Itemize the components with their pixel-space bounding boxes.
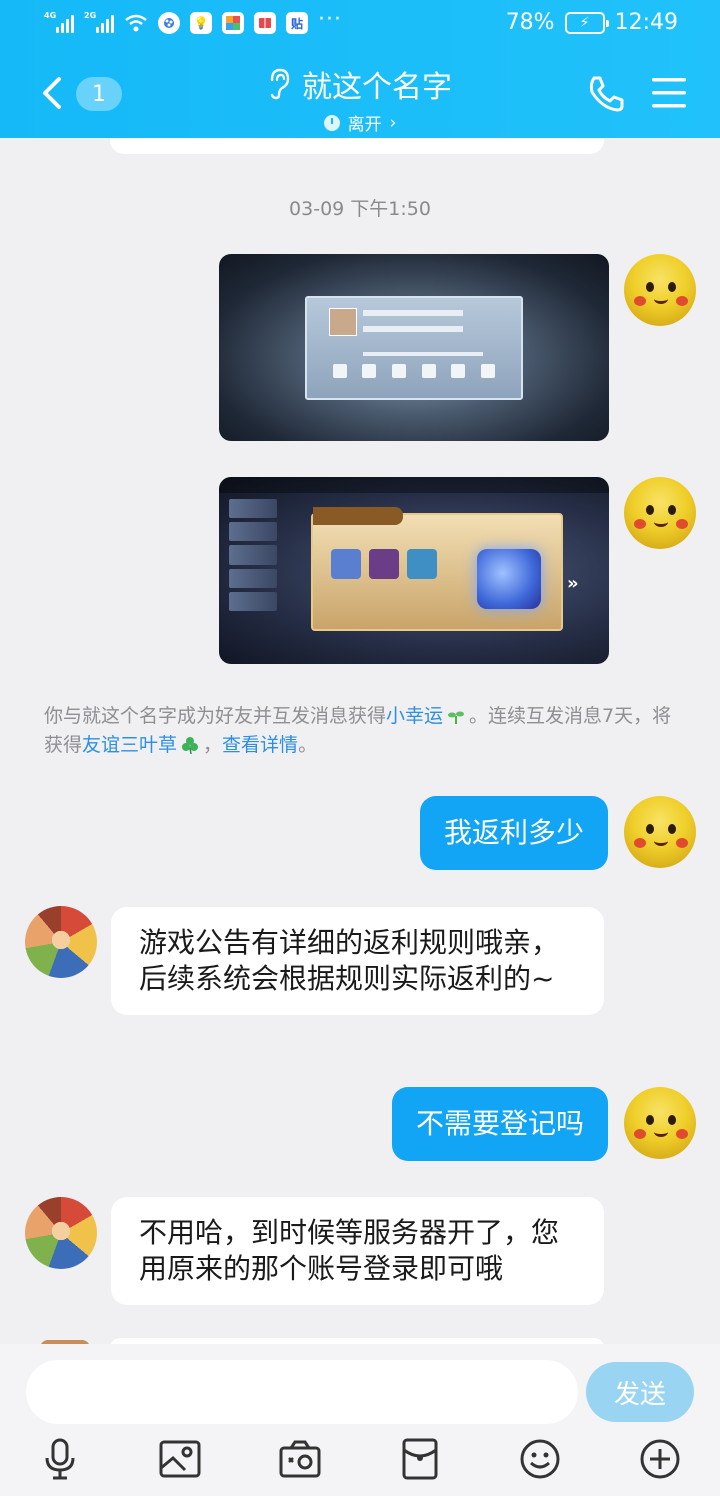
grid-app-icon <box>222 12 244 34</box>
signal-icon: 2G <box>84 11 114 33</box>
wifi-icon <box>125 14 147 32</box>
away-clock-icon <box>323 114 340 131</box>
my-avatar[interactable] <box>624 796 696 868</box>
chevron-right-icon: › <box>389 112 397 133</box>
tip-text: 你与就这个名字成为好友并互发消息获得 <box>44 705 387 727</box>
my-avatar[interactable] <box>624 1087 696 1159</box>
view-details-link[interactable]: 查看详情 <box>222 734 298 756</box>
my-avatar[interactable] <box>624 254 696 326</box>
contact-message-bubble[interactable]: 游戏公告有详细的返利规则哦亲，后续系统会根据规则实际返利的~ <box>111 907 604 1015</box>
presence-label: 离开 <box>347 115 382 135</box>
emoji-button[interactable] <box>516 1436 564 1482</box>
battery-percent: 78% <box>505 10 555 35</box>
photo-button[interactable] <box>156 1436 204 1482</box>
input-bar: 发送 <box>0 1344 720 1496</box>
phone-call-button[interactable] <box>584 72 628 116</box>
battery-charging-icon: ⚡ <box>564 11 609 34</box>
chevron-left-icon <box>43 77 61 109</box>
tieba-app-icon: 贴 <box>286 12 308 34</box>
lucky-link[interactable]: 小幸运 <box>386 705 443 727</box>
image-message[interactable] <box>219 254 609 441</box>
camera-button[interactable] <box>276 1436 324 1482</box>
network-type-label: 4G <box>44 11 57 20</box>
clover-link[interactable]: 友谊三叶草 <box>82 734 177 756</box>
book-app-icon <box>254 12 276 34</box>
ear-icon <box>270 68 290 100</box>
chat-header: 4G 2G 💡 贴 ··· 78% ⚡ 12:49 1 就这个名字 离开 › <box>0 0 720 138</box>
signal-icon: 4G <box>44 11 74 33</box>
game-screenshot-panel <box>305 296 523 400</box>
network-type-label: 2G <box>84 11 97 20</box>
smiley-icon <box>520 1439 560 1479</box>
tip-text: ， <box>203 734 223 756</box>
previous-message-bubble[interactable] <box>110 138 604 154</box>
contact-name: 就这个名字 <box>302 70 452 105</box>
more-button[interactable] <box>636 1436 684 1482</box>
tip-text: 。 <box>298 734 318 756</box>
contact-avatar[interactable] <box>25 906 97 978</box>
message-timestamp: 03-09 下午1:50 <box>289 198 431 220</box>
menu-icon[interactable] <box>650 74 688 112</box>
my-avatar[interactable] <box>624 477 696 549</box>
back-button[interactable] <box>32 70 72 116</box>
voice-button[interactable] <box>36 1436 84 1482</box>
my-message-bubble[interactable]: 不需要登记吗 <box>391 1087 608 1161</box>
friendship-system-tip: 你与就这个名字成为好友并互发消息获得小幸运 。连续互发消息7天，将获得友谊三叶草，… <box>44 702 676 760</box>
clover-icon <box>182 737 199 754</box>
clock: 12:49 <box>614 10 678 35</box>
red-packet-button[interactable] <box>396 1436 444 1482</box>
contact-avatar[interactable] <box>25 1197 97 1269</box>
red-packet-icon <box>402 1438 438 1480</box>
bulb-app-icon: 💡 <box>190 12 212 34</box>
unread-count-badge[interactable]: 1 <box>76 77 122 111</box>
microphone-icon <box>45 1438 75 1480</box>
plus-circle-icon <box>640 1439 680 1479</box>
my-message-bubble[interactable]: 我返利多少 <box>419 796 608 870</box>
image-message[interactable]: » <box>219 477 609 664</box>
app-notification-icon <box>158 12 180 34</box>
send-button[interactable]: 发送 <box>586 1362 694 1422</box>
camera-icon <box>279 1440 321 1478</box>
image-icon <box>159 1440 201 1478</box>
contact-message-bubble[interactable]: 不用哈，到时候等服务器开了，您用原来的那个账号登录即可哦 <box>111 1197 604 1305</box>
presence-status[interactable]: 离开 › <box>200 110 520 135</box>
message-input[interactable] <box>26 1360 578 1424</box>
input-toolbar <box>0 1436 720 1486</box>
message-list[interactable]: 03-09 下午1:50 » 你与就这个名字成为好友并互发消息获得小幸运 。连续… <box>0 138 720 1344</box>
chat-title-block[interactable]: 就这个名字 离开 › <box>200 62 520 135</box>
more-notifications-icon: ··· <box>318 7 342 32</box>
sprout-icon <box>448 711 465 724</box>
status-bar: 4G 2G 💡 贴 ··· 78% ⚡ 12:49 <box>0 0 720 50</box>
